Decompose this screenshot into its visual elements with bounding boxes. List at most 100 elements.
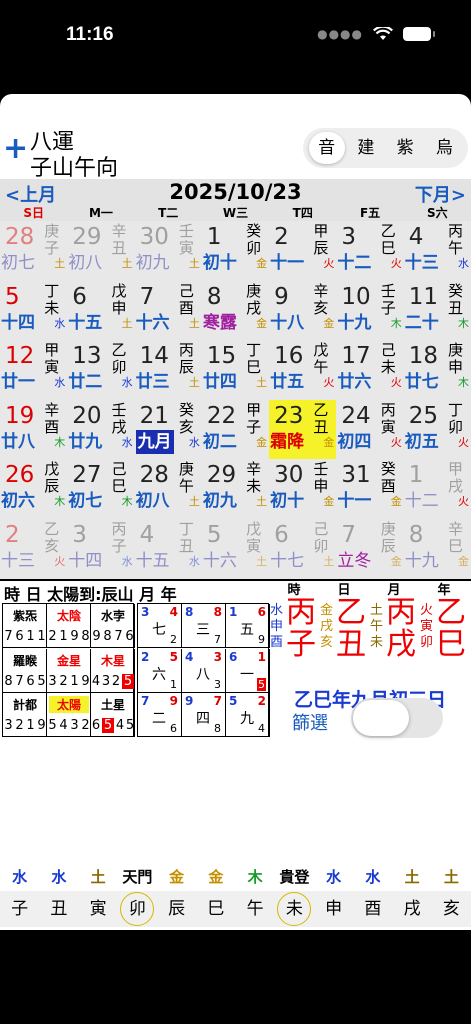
day-cell[interactable]: 1 十二甲戌火 — [403, 459, 471, 520]
day-branch: 子 — [246, 417, 262, 436]
branch-button[interactable]: 未 — [275, 891, 314, 927]
branch-button[interactable]: 亥 — [432, 891, 471, 927]
day-cell[interactable]: 31 十一癸酉金 — [336, 459, 405, 520]
day-cell[interactable]: 19 廿八辛酉木 — [0, 399, 69, 461]
next-month-button[interactable]: 下月> — [415, 181, 466, 207]
day-stem: 辛 — [313, 281, 329, 300]
branch-button[interactable]: 辰 — [157, 891, 196, 927]
segment-2[interactable]: 紫 — [387, 132, 423, 164]
lunar-day: 十八 — [270, 312, 305, 333]
branch-button[interactable]: 酉 — [353, 891, 392, 927]
branch-button[interactable]: 子 — [0, 891, 39, 927]
day-cell[interactable]: 18 廿七庚申木 — [403, 340, 471, 401]
day-cell[interactable]: 14 廿三丙辰土 — [134, 340, 203, 401]
star-value: 5 — [37, 673, 46, 689]
day-cell[interactable]: 28 初七庚子土 — [0, 221, 69, 282]
day-cell[interactable]: 23 霜降乙丑金 — [269, 399, 338, 461]
star-name: 水孛 — [100, 609, 125, 623]
star-value: 2 — [111, 673, 121, 689]
day-cell[interactable]: 27 初七己巳木 — [67, 459, 136, 520]
day-cell[interactable]: 20 廿九壬戌水 — [67, 399, 136, 461]
day-cell[interactable]: 2 十一甲辰火 — [269, 221, 338, 282]
day-element: 金 — [323, 495, 335, 509]
day-cell[interactable]: 8 十九辛巳金 — [403, 519, 471, 580]
day-cell[interactable]: 7 立冬庚辰金 — [336, 519, 405, 580]
star-values: 9876 — [91, 629, 135, 644]
day-cell[interactable]: 4 十三丙午水 — [403, 221, 471, 282]
star-cell: 木星 4 3 2 5 — [91, 648, 135, 693]
day-element: 土 — [188, 495, 200, 509]
day-cell[interactable]: 5 十六戊寅土 — [201, 519, 271, 580]
branch-button[interactable]: 丑 — [39, 891, 78, 927]
day-stem: 丁 — [447, 400, 463, 419]
day-number: 22 — [206, 402, 237, 429]
day-cell[interactable]: 3 十二乙巳火 — [336, 221, 405, 282]
mode-segmented-control[interactable]: 音建紫烏 — [303, 128, 468, 168]
branch-label: 木 — [247, 868, 263, 886]
day-branch: 戌 — [246, 298, 262, 317]
lunar-day: 初八 — [68, 253, 103, 273]
day-cell[interactable]: 16 廿五戊午火 — [269, 340, 338, 401]
day-cell[interactable]: 29 初八辛丑土 — [67, 221, 136, 282]
day-stem: 乙 — [111, 341, 127, 360]
day-cell[interactable]: 29 初九辛未土 — [201, 459, 271, 520]
day-cell[interactable]: 3 十四丙子水 — [67, 519, 136, 580]
star-name: 羅睺 — [12, 653, 37, 668]
plus-icon[interactable]: + — [3, 134, 28, 164]
four-pillars: 時水申酉丙子日金戌亥乙丑月土午未丙戌年火寅卯乙巳 — [270, 581, 470, 681]
pillar-stem: 乙 — [336, 595, 366, 630]
branch-button[interactable]: 巳 — [196, 891, 235, 927]
day-number: 7 — [341, 522, 357, 548]
day-cell[interactable]: 10 十九壬子木 — [336, 280, 405, 342]
day-cell[interactable]: 30 初十壬申金 — [269, 459, 338, 520]
flying-star-grid: 34七288三716五925六143八361一579二697四852九4 — [137, 603, 270, 738]
day-element: 土 — [121, 316, 133, 330]
day-element: 金 — [390, 495, 402, 509]
day-cell[interactable]: 2 十三乙亥火 — [0, 519, 69, 580]
day-cell[interactable]: 12 廿一甲寅水 — [0, 340, 69, 401]
branch-button[interactable]: 卯 — [118, 891, 157, 927]
annual-star: 2 — [170, 633, 177, 646]
day-cell[interactable]: 17 廿六己未火 — [336, 340, 405, 401]
day-cell[interactable]: 28 初八庚午土 — [134, 459, 203, 520]
day-cell[interactable]: 6 十七己卯土 — [269, 519, 338, 580]
day-cell[interactable]: 5 十四丁未水 — [0, 280, 69, 342]
day-stem: 甲 — [246, 400, 262, 419]
day-cell[interactable]: 26 初六戊辰木 — [0, 459, 69, 520]
day-cell[interactable]: 25 初五丁卯火 — [403, 399, 471, 461]
day-cell[interactable]: 15 廿四丁巳土 — [201, 340, 271, 401]
day-branch: 申 — [313, 477, 329, 496]
segment-0[interactable]: 音 — [308, 132, 345, 164]
day-cell[interactable]: 22 初二甲子金 — [201, 399, 271, 461]
day-branch: 卯 — [447, 417, 463, 436]
day-cell[interactable]: 8 寒露庚戌金 — [201, 280, 271, 342]
branch-button[interactable]: 申 — [314, 891, 353, 927]
day-cell[interactable]: 13 廿二乙卯水 — [67, 340, 136, 401]
day-cell[interactable]: 11 二十癸丑木 — [403, 280, 471, 342]
day-number: 2 — [5, 522, 20, 548]
day-element: 土 — [323, 555, 335, 568]
day-cell[interactable]: 6 十五戊申土 — [67, 280, 136, 342]
segment-1[interactable]: 建 — [348, 132, 384, 164]
filter-toggle[interactable] — [351, 698, 443, 738]
branch-label: 土 — [90, 868, 106, 886]
day-cell[interactable]: 7 十六己酉土 — [134, 280, 203, 342]
day-element: 木 — [457, 376, 469, 390]
day-cell[interactable]: 21 九月癸亥水 — [134, 399, 203, 461]
branch-text: 卯 — [120, 892, 155, 926]
day-number: 15 — [206, 343, 237, 370]
segment-3[interactable]: 烏 — [426, 132, 462, 164]
branch-button[interactable]: 寅 — [79, 891, 118, 927]
annual-star: 7 — [214, 633, 221, 646]
day-number: 4 — [408, 224, 424, 250]
day-cell[interactable]: 30 初九壬寅土 — [134, 221, 203, 282]
day-cell[interactable]: 9 十八辛亥金 — [269, 280, 338, 342]
day-cell[interactable]: 4 十五丁丑水 — [134, 519, 203, 580]
branch-button[interactable]: 午 — [236, 891, 275, 927]
flying-star-cell: 3 4七2 — [138, 604, 182, 648]
day-cell[interactable]: 1 初十癸卯金 — [201, 221, 271, 282]
branch-button[interactable]: 戌 — [393, 891, 432, 927]
day-element: 水 — [54, 376, 66, 390]
star-cell: 水孛 9 8 7 6 — [91, 604, 135, 648]
day-cell[interactable]: 24 初四丙寅火 — [336, 399, 405, 461]
